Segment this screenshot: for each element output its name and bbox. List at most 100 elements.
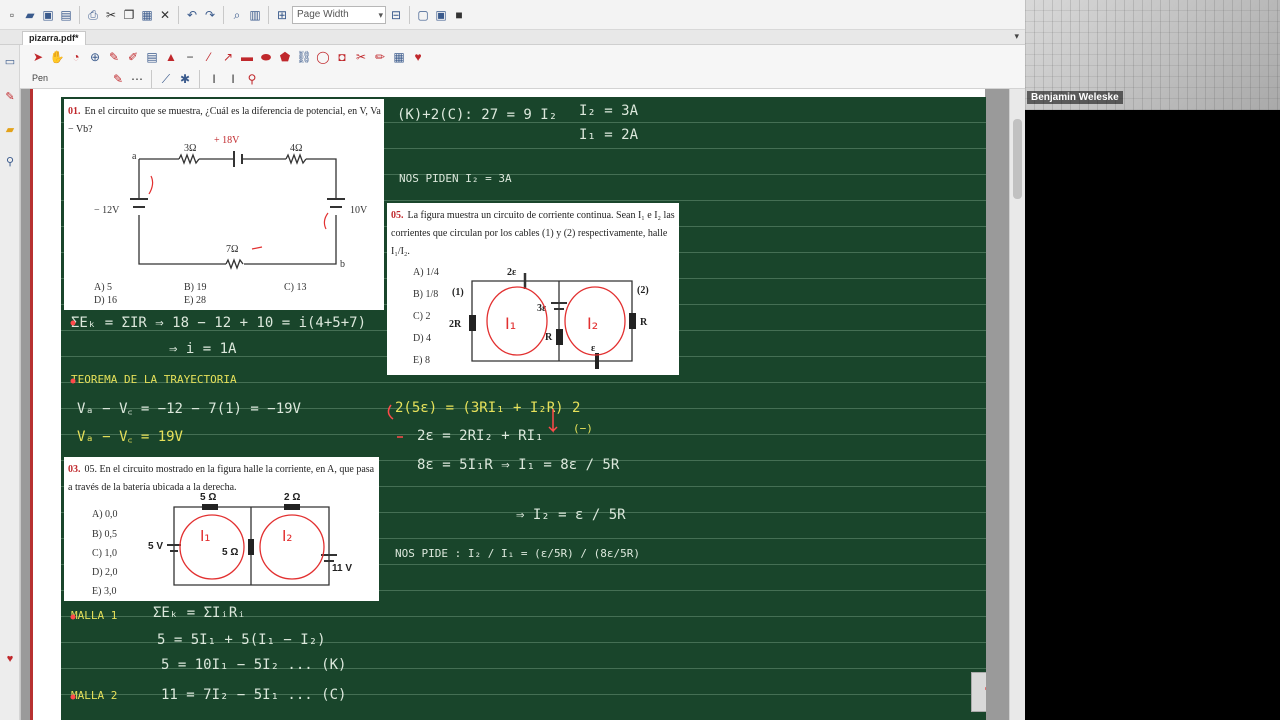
current-label: I₂: [282, 527, 292, 545]
pencil-tool-icon[interactable]: ✏: [372, 49, 388, 65]
pen-tool-icon[interactable]: ✎: [106, 49, 122, 65]
pin-icon[interactable]: ⚲: [244, 71, 260, 87]
print-icon[interactable]: ⎙: [85, 7, 101, 23]
zoom-select[interactable]: Page Width ▾: [292, 5, 386, 24]
current-label: I₁: [505, 314, 516, 333]
circuit-label: (2): [637, 285, 649, 296]
pressure-icon[interactable]: ✱: [177, 71, 193, 87]
note-line: ΣEₖ = ΣIR ⇒ 18 − 12 + 10 = i(4+5+7): [71, 315, 367, 331]
note-line: ⇒ i = 1A: [169, 341, 237, 357]
floating-pen-button[interactable]: ✎: [971, 672, 986, 712]
note-heading: MALLA 2: [71, 689, 118, 702]
tab-document[interactable]: pizarra.pdf*: [22, 31, 86, 45]
delete-icon[interactable]: ✕: [157, 7, 173, 23]
image-tool-icon[interactable]: ▦: [391, 49, 407, 65]
copy-icon[interactable]: ❐: [121, 7, 137, 23]
note-line: ΣEₖ = ΣIᵢRᵢ: [153, 605, 246, 621]
tab-menu-icon[interactable]: ▾: [1014, 31, 1019, 42]
save-as-icon[interactable]: ▤: [58, 7, 74, 23]
zoom-in-icon[interactable]: ⊞: [274, 7, 290, 23]
note-line: Vₐ − V꜀ = −12 − 7(1) = −19V: [77, 401, 301, 417]
annotation-toolbar: ➤ ✋ ◔ ⊕ ✎ ✐ ▤ ▲ − ⁄ ↗ ▬ ⬬ ⬟ ⛓ ◯ ◘ ✂ ✏ ▦ …: [0, 45, 1025, 89]
find-icon[interactable]: ⌕: [229, 7, 245, 23]
chevron-down-icon: ▾: [378, 9, 383, 20]
save-icon[interactable]: ▣: [40, 7, 56, 23]
cut-icon[interactable]: ✂: [103, 7, 119, 23]
ellipse-tool-icon[interactable]: ⬬: [258, 49, 274, 65]
toolbar-separator: [268, 5, 269, 24]
attachments-panel-icon[interactable]: ⚲: [4, 155, 16, 168]
scrollbar-thumb[interactable]: [1013, 119, 1022, 199]
node-label: b: [340, 259, 345, 270]
smooth-stroke-icon[interactable]: ⟋: [158, 71, 174, 87]
note-line: (−): [573, 422, 593, 435]
undo-icon[interactable]: ↶: [184, 7, 200, 23]
new-document-icon[interactable]: ▫: [4, 7, 20, 23]
text-tool-icon[interactable]: I: [206, 71, 222, 87]
favorite-tool-icon[interactable]: ♥: [410, 49, 426, 65]
fit-width-icon[interactable]: ▣: [433, 7, 449, 23]
shapes-tool-icon[interactable]: ▲: [163, 49, 179, 65]
bookmarks-panel-icon[interactable]: ▰: [4, 123, 16, 136]
option-d: D) 16: [94, 295, 118, 306]
circuit-label: 11 V: [332, 563, 352, 574]
annotations-panel-icon[interactable]: ✎: [4, 90, 16, 103]
lasso-tool-icon[interactable]: ◔: [68, 49, 84, 65]
camera-tool-icon[interactable]: ◘: [334, 49, 350, 65]
favorites-panel-icon[interactable]: ♥: [4, 653, 16, 665]
text-bold-icon[interactable]: I: [225, 71, 241, 87]
circuit-label: 3Ω: [184, 143, 196, 154]
option-e: E) 3,0: [92, 586, 117, 597]
circuit-label: + 18V: [214, 135, 240, 146]
pen-properties-row: ✎ ⋯ ⟋ ✱ I I ⚲: [110, 70, 260, 88]
webcam-empty-area: [1025, 110, 1280, 720]
vertical-scrollbar[interactable]: [1009, 89, 1025, 720]
resistor-r-right: [629, 313, 636, 329]
option-b: B) 0,5: [92, 529, 117, 540]
circuit-label: ε: [591, 343, 596, 354]
arrow-tool-icon[interactable]: ↗: [220, 49, 236, 65]
paste-icon[interactable]: ▦: [139, 7, 155, 23]
dash-tool-icon[interactable]: −: [182, 49, 198, 65]
pen-label: Pen: [32, 73, 49, 83]
zoom-value: Page Width: [297, 8, 349, 20]
option-c: C) 13: [284, 282, 307, 293]
circuit-label: 2 Ω: [284, 492, 300, 503]
webcam-participant-name: Benjamin Weleske: [1027, 91, 1123, 104]
note-line: 8ε = 5I₁R ⇒ I₁ = 8ε / 5R: [417, 457, 620, 473]
line-tool-icon[interactable]: ⁄: [201, 49, 217, 65]
resistor-5-ohm-mid: [248, 539, 254, 555]
select-tool-icon[interactable]: ➤: [30, 49, 46, 65]
text-box-tool-icon[interactable]: ▤: [144, 49, 160, 65]
node-label: a: [132, 151, 137, 162]
problem-05-card: 05. La figura muestra un circuito de cor…: [387, 203, 679, 375]
toolbar-separator: [409, 5, 410, 24]
highlighter-tool-icon[interactable]: ✐: [125, 49, 141, 65]
polygon-tool-icon[interactable]: ⬟: [277, 49, 293, 65]
option-d: D) 4: [413, 333, 432, 344]
stamp-icon[interactable]: ▥: [247, 7, 263, 23]
stroke-color-icon[interactable]: ✎: [110, 71, 126, 87]
document-viewport[interactable]: 01. En el circuito que se muestra, ¿Cuál…: [21, 89, 1009, 720]
note-line: 5 = 5I₁ + 5(I₁ − I₂): [157, 632, 326, 648]
zoom-tool-icon[interactable]: ⊕: [87, 49, 103, 65]
note-line: (K)+2(C): 27 = 9 I₂: [397, 107, 558, 123]
resistor-5-ohm-top: [202, 504, 218, 510]
hand-tool-icon[interactable]: ✋: [49, 49, 65, 65]
pages-panel-icon[interactable]: ▭: [4, 55, 16, 68]
open-folder-icon[interactable]: ▰: [22, 7, 38, 23]
option-c: C) 2: [413, 311, 431, 322]
zoom-out-icon[interactable]: ⊟: [388, 7, 404, 23]
stroke-style-icon[interactable]: ⋯: [129, 71, 145, 87]
single-page-icon[interactable]: ▢: [415, 7, 431, 23]
full-screen-icon[interactable]: ■: [451, 7, 467, 23]
circuit-01-diagram: 3Ω + 18V 4Ω − 12V 10V 7Ω a b: [94, 135, 368, 270]
link-tool-icon[interactable]: ⛓: [296, 49, 312, 65]
cloud-tool-icon[interactable]: ◯: [315, 49, 331, 65]
note-line: 2ε = 2RI₂ + RI₁: [417, 428, 544, 444]
annotation-tools-row: ➤ ✋ ◔ ⊕ ✎ ✐ ▤ ▲ − ⁄ ↗ ▬ ⬬ ⬟ ⛓ ◯ ◘ ✂ ✏ ▦ …: [30, 49, 426, 65]
rectangle-tool-icon[interactable]: ▬: [239, 49, 255, 65]
current-label: I₁: [200, 527, 210, 545]
measure-tool-icon[interactable]: ✂: [353, 49, 369, 65]
redo-icon[interactable]: ↷: [202, 7, 218, 23]
